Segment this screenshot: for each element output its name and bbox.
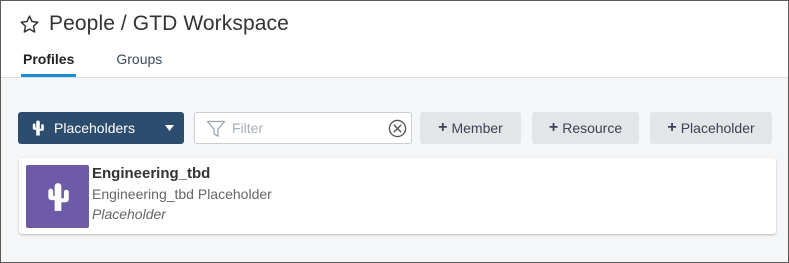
profile-description: Engineering_tbd Placeholder [92, 186, 272, 202]
app-window: People / GTD Workspace Profiles Groups P… [0, 0, 789, 263]
add-resource-label: Resource [562, 120, 623, 136]
page-title: People / GTD Workspace [49, 12, 289, 35]
tab-bar: Profiles Groups [21, 51, 202, 77]
add-member-button[interactable]: + Member [420, 112, 521, 144]
profile-card[interactable]: Engineering_tbd Engineering_tbd Placehol… [19, 158, 776, 234]
clear-filter-icon[interactable] [388, 119, 407, 138]
cactus-icon [32, 120, 44, 136]
main-content: Placeholders + Member + [1, 78, 788, 262]
tab-profiles[interactable]: Profiles [21, 51, 77, 77]
dropdown-label: Placeholders [54, 120, 135, 136]
star-icon[interactable] [19, 14, 40, 35]
title-row: People / GTD Workspace [19, 10, 289, 38]
avatar [26, 165, 89, 228]
filter-icon [206, 120, 226, 137]
add-placeholder-label: Placeholder [680, 120, 755, 136]
profile-name[interactable]: Engineering_tbd [92, 165, 210, 182]
filter-field [194, 112, 412, 144]
caret-down-icon [165, 125, 174, 131]
profile-type-dropdown[interactable]: Placeholders [18, 112, 184, 144]
plus-icon: + [438, 119, 448, 136]
plus-icon: + [548, 119, 559, 136]
filter-input[interactable] [232, 118, 377, 138]
add-resource-button[interactable]: + Resource [532, 112, 639, 144]
plus-icon: + [667, 119, 677, 136]
page-header: People / GTD Workspace Profiles Groups [1, 1, 788, 78]
add-member-label: Member [451, 120, 503, 136]
cactus-icon [47, 182, 69, 211]
add-placeholder-button[interactable]: + Placeholder [650, 112, 772, 144]
profile-type: Placeholder [92, 206, 166, 222]
tab-groups[interactable]: Groups [114, 51, 164, 77]
